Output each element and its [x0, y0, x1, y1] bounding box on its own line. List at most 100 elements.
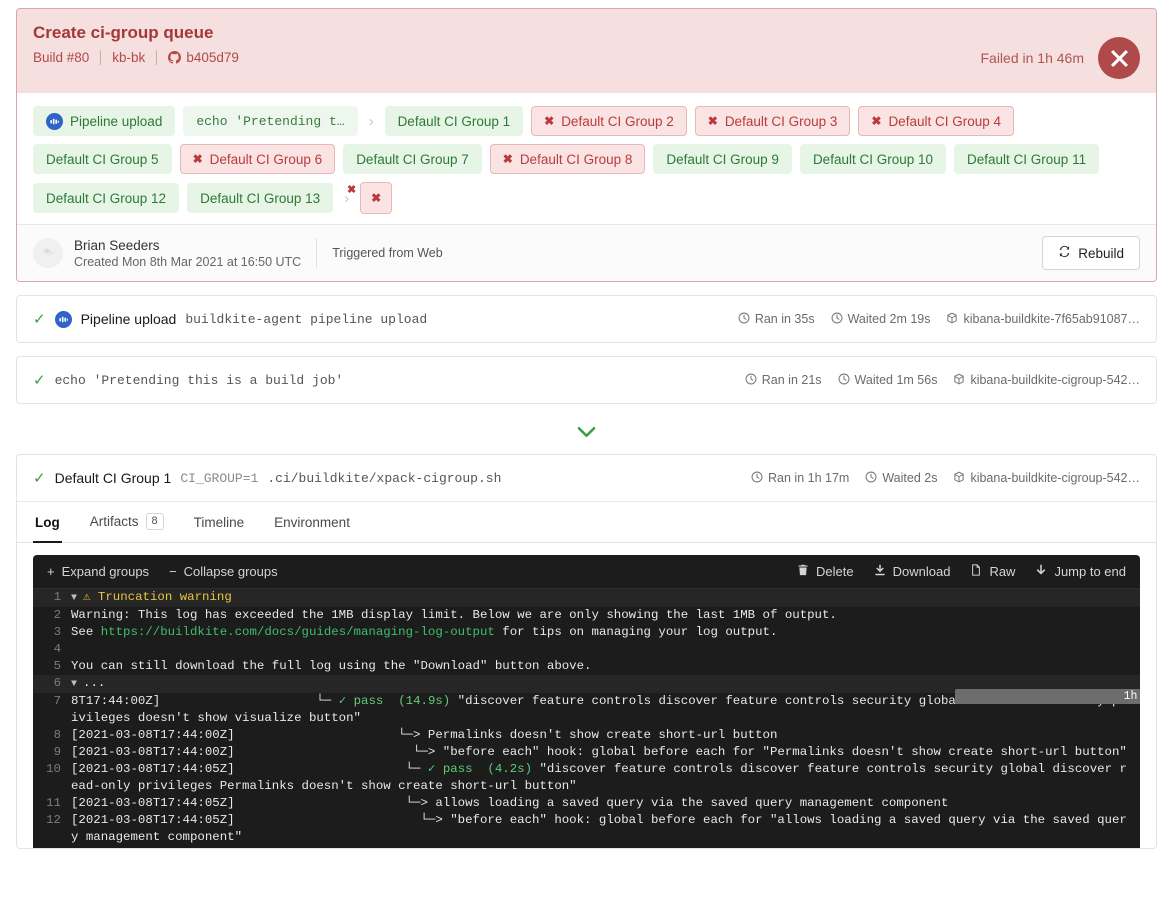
- job-identity: ✓ Pipeline upload buildkite-agent pipeli…: [33, 310, 428, 328]
- agent-cube-icon: [946, 312, 958, 327]
- log-content[interactable]: 1 ▼ ⚠ Truncation warning 2 Warning: This …: [33, 589, 1140, 848]
- job-row[interactable]: ✓ Pipeline upload buildkite-agent pipeli…: [17, 296, 1156, 342]
- caret-down-icon[interactable]: ▼: [71, 593, 77, 604]
- job-detail-tabs: Log Artifacts 8 Timeline Environment: [17, 501, 1156, 543]
- job-env-var: CI_GROUP=1: [180, 470, 259, 486]
- rebuild-button[interactable]: Rebuild: [1042, 236, 1140, 270]
- step-chip-group-3[interactable]: ✖ Default CI Group 3: [694, 106, 851, 136]
- step-chip-label: Default CI Group 13: [200, 190, 321, 206]
- log-group-title: Truncation warning: [97, 590, 232, 604]
- step-chip-group-7[interactable]: Default CI Group 7: [343, 144, 482, 174]
- log-line-number: 6: [53, 676, 61, 690]
- step-chip-group-11[interactable]: Default CI Group 11: [954, 144, 1100, 174]
- log-line: 3 See https://buildkite.com/docs/guides/…: [33, 624, 1140, 641]
- build-trigger-source: Triggered from Web: [332, 246, 443, 260]
- tab-environment[interactable]: Environment: [272, 515, 352, 543]
- raw-label: Raw: [989, 564, 1016, 579]
- log-toolbar: + Expand groups − Collapse groups Delete…: [33, 555, 1140, 589]
- job-command: buildkite-agent pipeline upload: [185, 311, 428, 327]
- build-meta: Build #80 kb-bk b405d79: [33, 50, 239, 65]
- step-chip-label: Default CI Group 2: [561, 113, 674, 129]
- log-line: 2 Warning: This log has exceeded the 1MB…: [33, 607, 1140, 624]
- download-log-button[interactable]: Download: [874, 564, 951, 579]
- rebuild-icon: [1058, 245, 1071, 261]
- clock-icon: [831, 312, 843, 327]
- agent-cube-icon: [953, 471, 965, 486]
- meta-divider-2: [156, 50, 158, 65]
- raw-log-button[interactable]: Raw: [970, 564, 1015, 579]
- log-pass-status: ✓ pass (4.2s): [427, 762, 533, 776]
- step-chip-group-2[interactable]: ✖ Default CI Group 2: [531, 106, 687, 136]
- download-label: Download: [892, 564, 951, 579]
- tab-log[interactable]: Log: [33, 515, 62, 543]
- expand-more-jobs-button[interactable]: [0, 404, 1173, 454]
- job-name: echo 'Pretending this is a build job': [54, 372, 344, 388]
- clock-icon: [838, 373, 850, 388]
- tab-artifacts[interactable]: Artifacts 8: [88, 513, 166, 543]
- step-chip-group-9[interactable]: Default CI Group 9: [653, 144, 792, 174]
- step-chip-group-10[interactable]: Default CI Group 10: [799, 144, 947, 174]
- rebuild-label: Rebuild: [1078, 245, 1124, 261]
- step-chip-label: Default CI Group 10: [812, 151, 934, 167]
- step-chip-group-12[interactable]: Default CI Group 12: [33, 183, 180, 213]
- step-chip-group-13[interactable]: Default CI Group 13: [187, 183, 334, 213]
- job-agent-name: kibana-buildkite-7f65ab91087…: [963, 312, 1140, 326]
- step-chip-label: Default CI Group 11: [967, 151, 1087, 167]
- job-agent[interactable]: kibana-buildkite-cigroup-542…: [953, 373, 1140, 388]
- log-line: 11 [2021-03-08T17:44:05Z] └─> allows loa…: [33, 795, 1140, 812]
- step-chip-pipeline-upload[interactable]: Pipeline upload: [33, 106, 176, 136]
- build-branch[interactable]: kb-bk: [112, 50, 145, 65]
- check-icon: ✓: [33, 371, 46, 389]
- log-line-number: 1: [53, 590, 61, 604]
- pipeline-steps-row: Pipeline upload echo 'Pretending t… › De…: [17, 93, 1156, 224]
- build-summary-card: Create ci-group queue Build #80 kb-bk b4…: [16, 8, 1157, 282]
- log-line-text: [2021-03-08T17:44:00Z] └─> "before each"…: [71, 745, 1127, 759]
- build-number[interactable]: Build #80: [33, 50, 89, 65]
- log-line: 8 [2021-03-08T17:44:00Z] └─> Permalinks …: [33, 727, 1140, 744]
- build-failed-icon[interactable]: [1098, 37, 1140, 79]
- delete-log-button[interactable]: Delete: [797, 564, 854, 579]
- collapse-groups-button[interactable]: − Collapse groups: [169, 564, 278, 579]
- tab-timeline[interactable]: Timeline: [192, 515, 247, 543]
- step-group-chevron-end-icon: › ✖: [344, 183, 357, 207]
- log-line-number: 8: [53, 728, 61, 742]
- log-text-pre: See: [71, 625, 101, 639]
- tab-label: Environment: [274, 515, 350, 530]
- step-chip-label: Default CI Group 1: [397, 113, 511, 129]
- build-page: Create ci-group queue Build #80 kb-bk b4…: [0, 8, 1173, 849]
- step-chip-group-5[interactable]: Default CI Group 5: [33, 144, 172, 174]
- job-agent[interactable]: kibana-buildkite-cigroup-542…: [953, 471, 1140, 486]
- step-chip-group-8[interactable]: ✖ Default CI Group 8: [489, 144, 646, 174]
- collapse-groups-label: Collapse groups: [183, 564, 278, 579]
- job-card-pipeline-upload[interactable]: ✓ Pipeline upload buildkite-agent pipeli…: [16, 295, 1157, 343]
- step-chip-failed-square[interactable]: ✖: [360, 182, 393, 214]
- step-chip-label: Default CI Group 12: [46, 190, 167, 206]
- job-card-echo[interactable]: ✓ echo 'Pretending this is a build job' …: [16, 356, 1157, 404]
- log-line-text: [2021-03-08T17:44:05Z] └─> "before each"…: [71, 813, 1127, 844]
- warning-icon: ⚠: [83, 590, 91, 604]
- check-icon: ✓: [33, 310, 46, 328]
- log-horizontal-scrollbar[interactable]: 1h 17m: [955, 689, 1140, 704]
- step-chip-group-4[interactable]: ✖ Default CI Group 4: [858, 106, 1014, 136]
- caret-down-icon[interactable]: ▼: [71, 679, 77, 690]
- tab-label: Artifacts: [89, 514, 139, 529]
- jump-to-end-button[interactable]: Jump to end: [1035, 564, 1126, 579]
- github-icon: [168, 51, 182, 64]
- job-name: Default CI Group 1: [54, 470, 172, 486]
- log-line-text: [2021-03-08T17:44:00Z] └─> Permalinks do…: [71, 728, 778, 742]
- step-chip-group-1[interactable]: Default CI Group 1: [384, 106, 524, 136]
- job-agent[interactable]: kibana-buildkite-7f65ab91087…: [946, 312, 1140, 327]
- clock-icon: [751, 471, 763, 486]
- job-row[interactable]: ✓ Default CI Group 1 CI_GROUP=1 .ci/buil…: [17, 455, 1156, 501]
- log-pass-status: ✓ pass (14.9s): [338, 694, 451, 708]
- job-ran-duration: Ran in 21s: [745, 373, 822, 388]
- build-commit[interactable]: b405d79: [168, 50, 239, 65]
- log-link[interactable]: https://buildkite.com/docs/guides/managi…: [101, 625, 495, 639]
- step-chip-group-6[interactable]: ✖ Default CI Group 6: [179, 144, 336, 174]
- step-chip-echo[interactable]: echo 'Pretending t…: [183, 106, 358, 136]
- creator-info: Brian Seeders Created Mon 8th Mar 2021 a…: [33, 237, 443, 270]
- job-row[interactable]: ✓ echo 'Pretending this is a build job' …: [17, 357, 1156, 403]
- log-line[interactable]: 1 ▼ ⚠ Truncation warning: [33, 589, 1140, 607]
- expand-groups-button[interactable]: + Expand groups: [47, 564, 149, 579]
- file-icon: [970, 564, 982, 579]
